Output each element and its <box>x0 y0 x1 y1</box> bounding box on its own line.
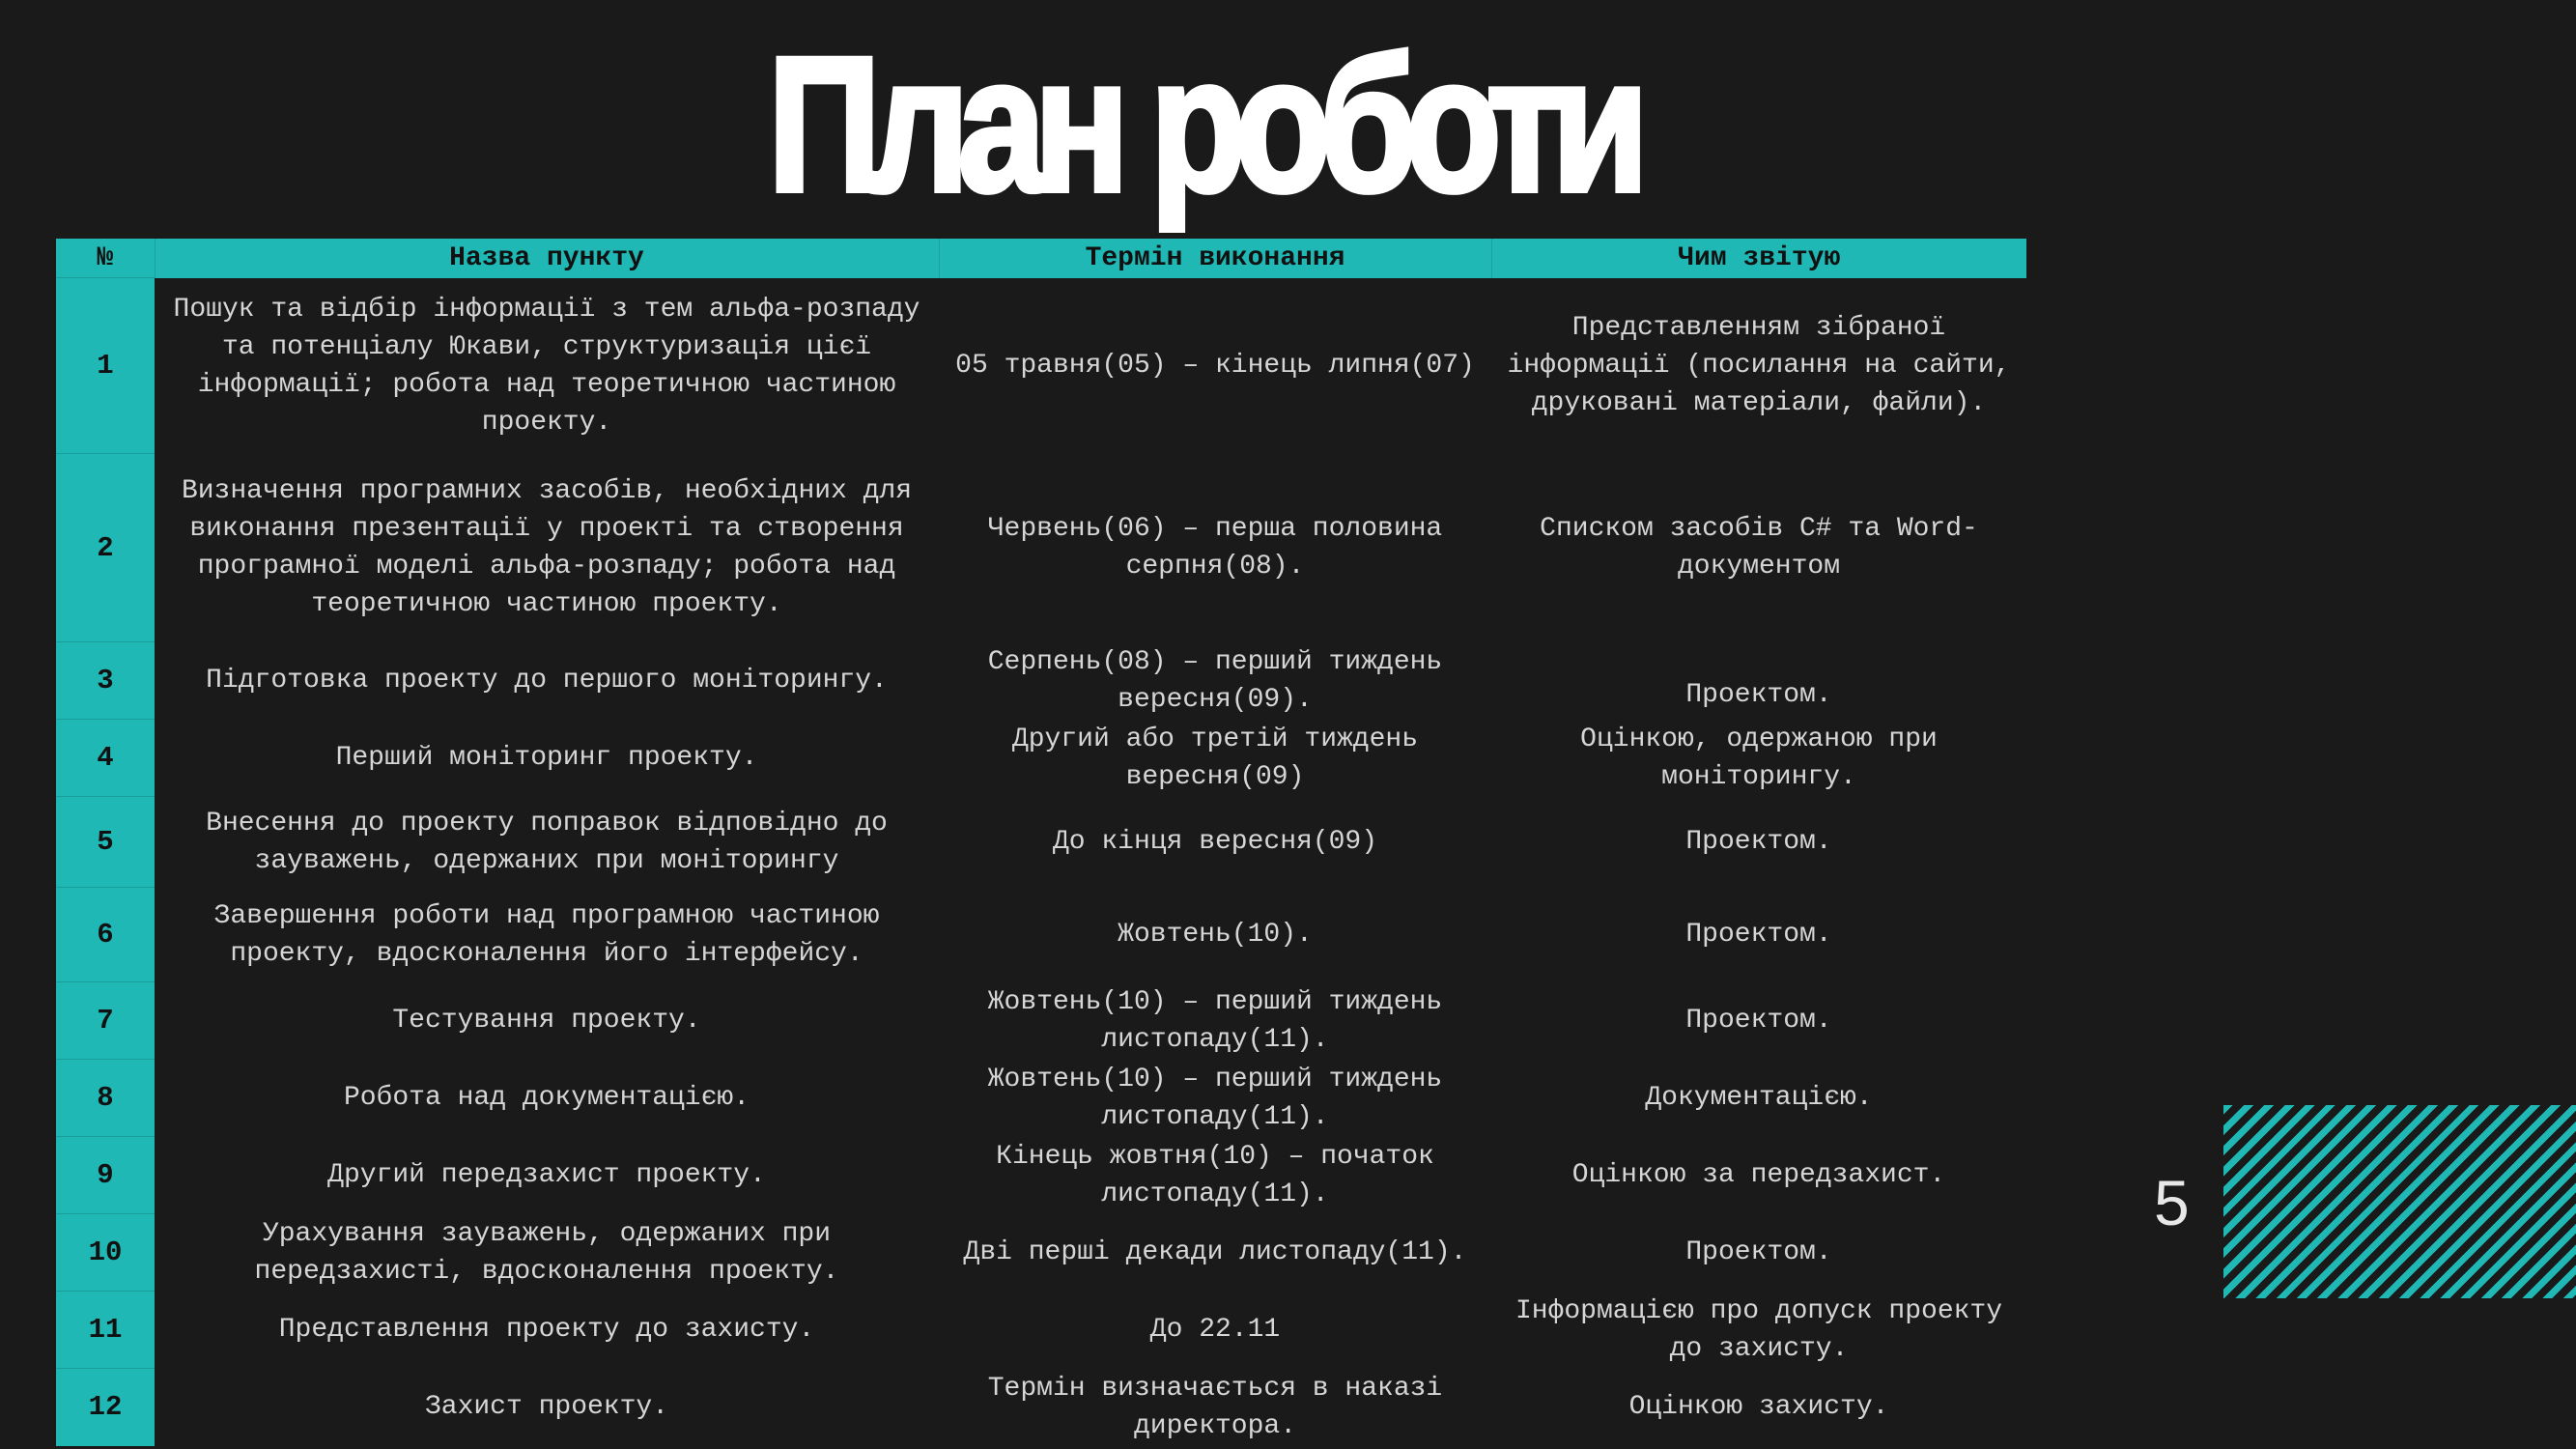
row-name: Робота над документацією. <box>343 1083 750 1113</box>
row-name: Пошук та відбір інформації з тем альфа-р… <box>173 294 920 438</box>
header-name: Назва пункту <box>155 239 940 278</box>
row-report: Списком засобів C# та Word-документом <box>1540 514 1978 582</box>
row-report: Представленням зібраної інформації (поси… <box>1507 313 2011 418</box>
table-row: 11 Представлення проекту до захисту. До … <box>56 1291 2026 1369</box>
row-report: Проектом. <box>1685 827 1832 857</box>
row-report: Проектом. <box>1685 1006 1832 1036</box>
row-term: Жовтень(10) – перший тиждень листопаду(1… <box>987 986 1443 1055</box>
row-report: Проектом. <box>1685 920 1832 950</box>
table-row: 10 Урахування зауважень, одержаних при п… <box>56 1213 2026 1292</box>
header-report: Чим звітую <box>1491 239 2026 278</box>
row-report: Оцінкою за передзахист. <box>1571 1160 1946 1190</box>
row-term: До кінця вересня(09) <box>1052 827 1378 857</box>
table-row: 3 Підготовка проекту до першого монітори… <box>56 641 2026 720</box>
row-name: Тестування проекту. <box>392 1006 701 1036</box>
table-header-row: № Назва пункту Термін виконання Чим звіт… <box>56 239 2026 278</box>
table-row: 8 Робота над документацією. Жовтень(10) … <box>56 1059 2026 1137</box>
row-term: Жовтень(10). <box>1118 920 1313 950</box>
row-term: Жовтень(10) – перший тиждень листопаду(1… <box>987 1064 1443 1132</box>
row-name: Завершення роботи над програмною частино… <box>213 900 880 969</box>
row-number: 3 <box>56 641 155 720</box>
row-number: 1 <box>56 277 155 454</box>
table-row: 7 Тестування проекту. Жовтень(10) – перш… <box>56 981 2026 1060</box>
row-number: 9 <box>56 1136 155 1214</box>
row-name: Урахування зауважень, одержаних при пере… <box>254 1218 839 1287</box>
row-number: 5 <box>56 796 155 888</box>
row-name: Підготовка проекту до першого моніторинг… <box>206 666 888 696</box>
table-row: 12 Захист проекту. Термін визначається в… <box>56 1368 2026 1446</box>
row-number: 2 <box>56 453 155 642</box>
row-report: Інформацією про допуск проекту до захист… <box>1514 1295 2003 1364</box>
table-body: 1 Пошук та відбір інформації з тем альфа… <box>56 277 2026 1446</box>
header-number: № <box>56 239 156 278</box>
row-name: Внесення до проекту поправок відповідно … <box>206 808 888 876</box>
row-name: Визначення програмних засобів, необхідни… <box>181 476 913 619</box>
slide: План роботи № Назва пункту Термін викона… <box>0 0 2576 1449</box>
slide-title: План роботи <box>766 14 1652 234</box>
row-name: Перший моніторинг проекту. <box>335 743 758 773</box>
row-report: Проектом. <box>1685 1237 1832 1267</box>
row-term: 05 травня(05) – кінець липня(07) <box>955 351 1475 381</box>
header-term: Термін виконання <box>939 239 1492 278</box>
row-name: Захист проекту. <box>424 1392 669 1422</box>
row-term: Другий або третій тиждень вересня(09) <box>1011 724 1419 792</box>
row-report: Документацією. <box>1645 1083 1873 1113</box>
row-name: Другий передзахист проекту. <box>327 1160 766 1190</box>
row-name: Представлення проекту до захисту. <box>278 1315 815 1345</box>
table-row: 1 Пошук та відбір інформації з тем альфа… <box>56 277 2026 454</box>
decorative-stripes <box>2223 1105 2576 1298</box>
row-term: До 22.11 <box>1149 1315 1281 1345</box>
row-number: 7 <box>56 981 155 1060</box>
row-term: Кінець жовтня(10) – початок листопаду(11… <box>996 1141 1434 1209</box>
row-term: Дві перші декади листопаду(11). <box>963 1237 1467 1267</box>
row-term: Серпень(08) – перший тиждень вересня(09)… <box>987 646 1443 715</box>
row-term: Червень(06) – перша половина серпня(08). <box>987 514 1443 582</box>
work-plan-table: № Назва пункту Термін виконання Чим звіт… <box>56 239 2026 1446</box>
row-number: 6 <box>56 887 155 982</box>
row-term: Термін визначається в наказі директора. <box>987 1373 1443 1441</box>
table-row: 9 Другий передзахист проекту. Кінець жов… <box>56 1136 2026 1214</box>
row-number: 12 <box>56 1368 155 1446</box>
row-number: 8 <box>56 1059 155 1137</box>
table-row: 4 Перший моніторинг проекту. Другий або … <box>56 719 2026 797</box>
table-row: 5 Внесення до проекту поправок відповідн… <box>56 796 2026 888</box>
table-row: 6 Завершення роботи над програмною части… <box>56 887 2026 982</box>
row-report: Проектом. <box>1685 679 1832 710</box>
row-report: Оцінкою, одержаною при моніторингу. <box>1580 724 1938 792</box>
page-number: 5 <box>2154 1167 2190 1238</box>
row-number: 4 <box>56 719 155 797</box>
table-row: 2 Визначення програмних засобів, необхід… <box>56 453 2026 642</box>
table-header: № Назва пункту Термін виконання Чим звіт… <box>56 239 2026 278</box>
row-report: Оцінкою захисту. <box>1628 1392 1889 1422</box>
row-number: 10 <box>56 1213 155 1292</box>
row-number: 11 <box>56 1291 155 1369</box>
